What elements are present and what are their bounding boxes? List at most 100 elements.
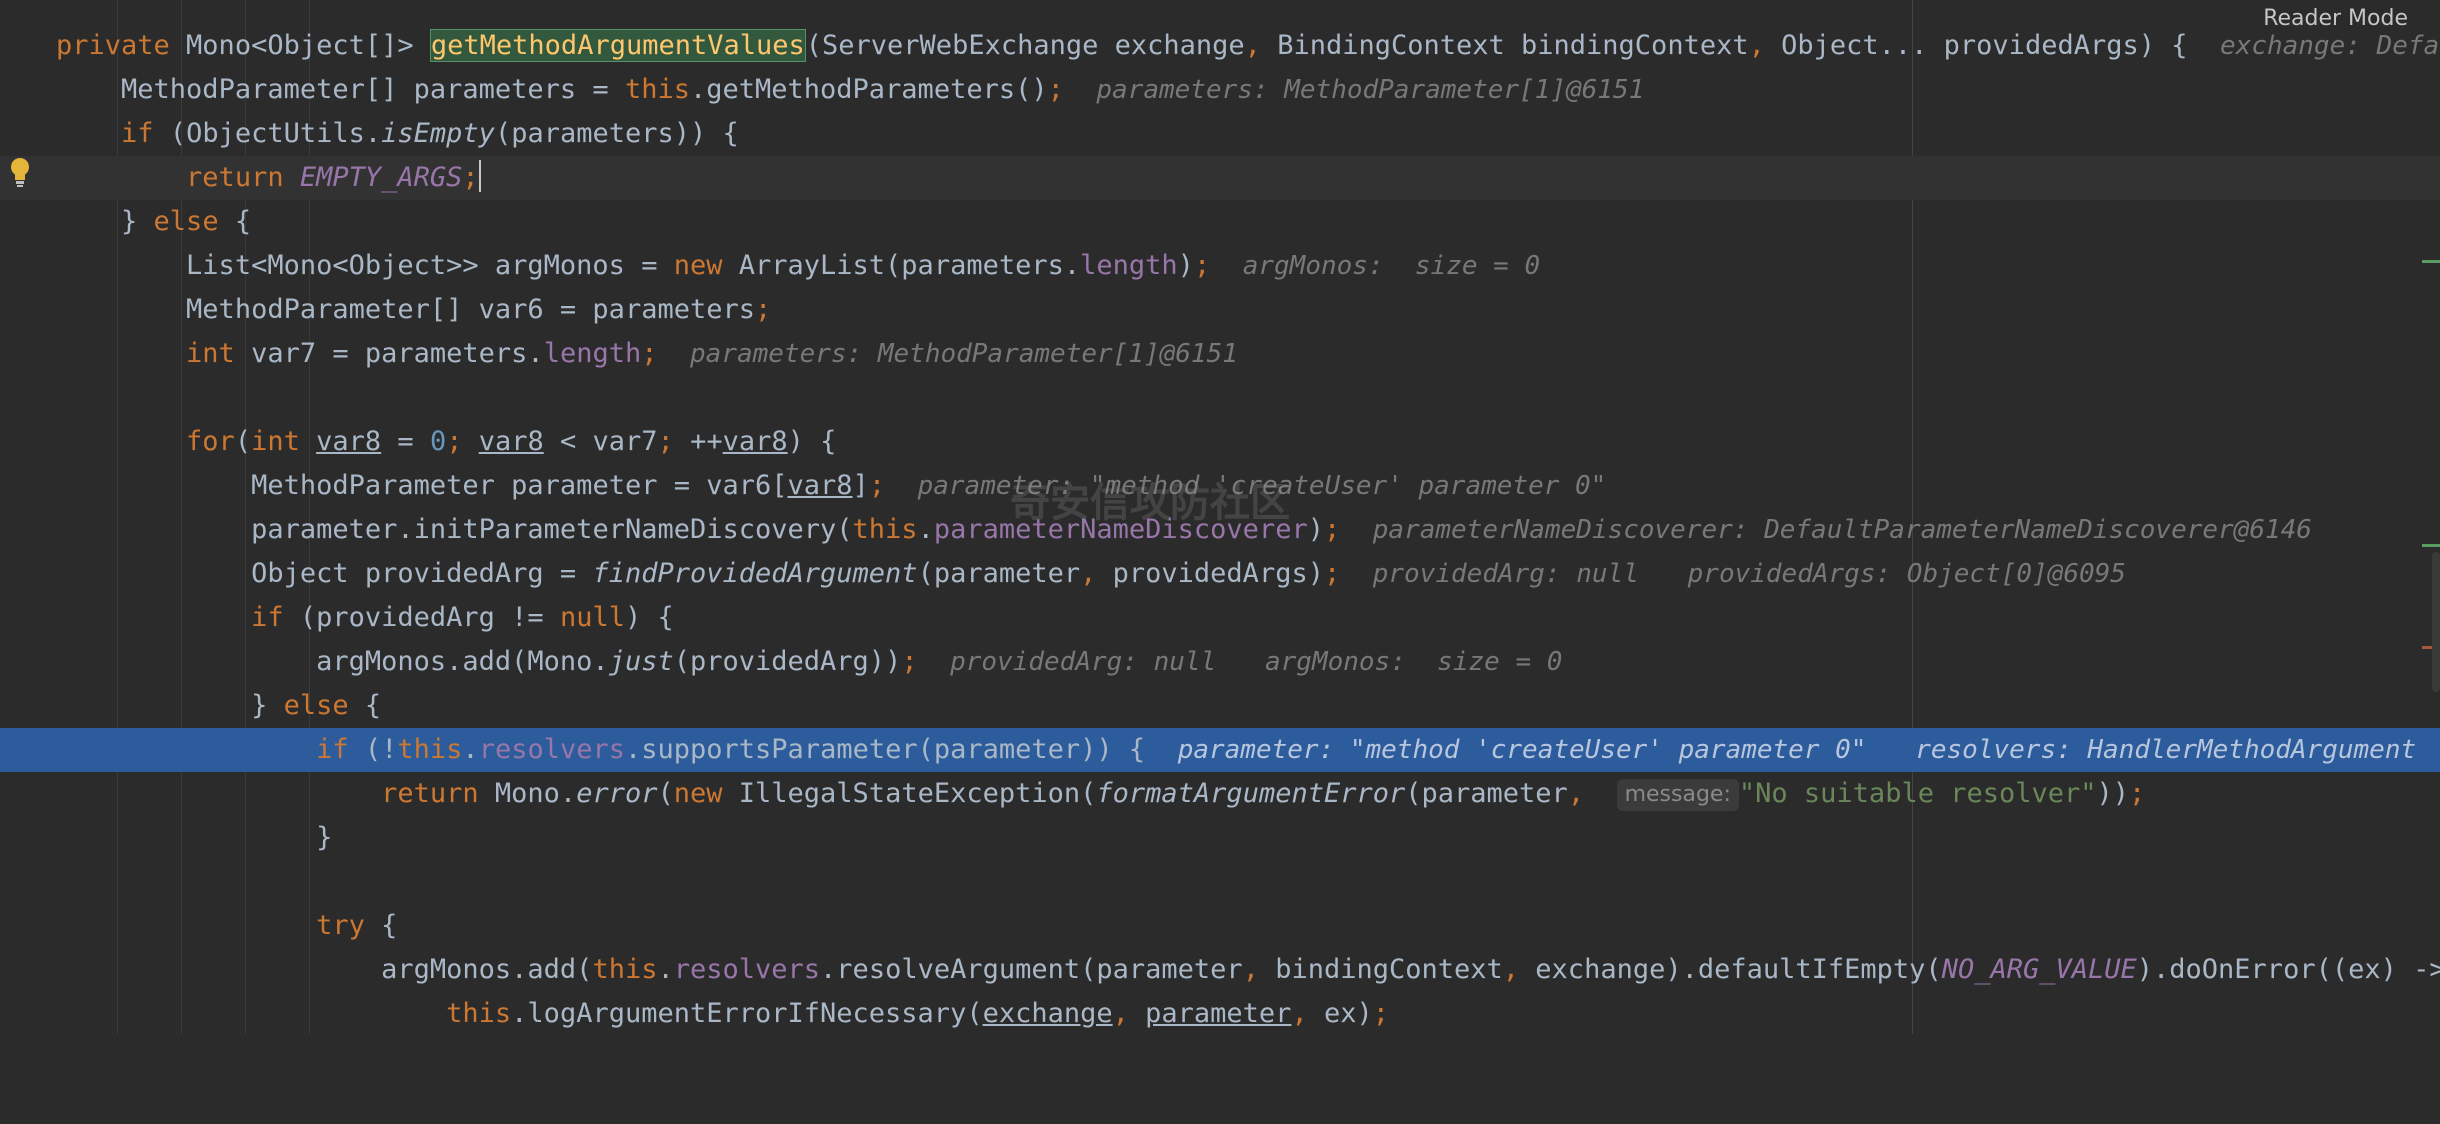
token: , [1242,954,1276,985]
code-line-21[interactable]: try { [0,904,2440,948]
token: int [251,426,317,457]
token: ; [1323,558,1341,589]
token: ; [1193,250,1211,281]
token: ; [901,646,918,677]
token: } [251,690,284,721]
token: resolvers [478,734,625,765]
token: . [657,954,674,985]
token: isEmpty [381,118,495,149]
token: findProvidedArgument [592,558,918,589]
token: } [121,206,154,237]
change-marker[interactable] [2422,544,2440,547]
token: { [381,910,398,941]
execution-point-line[interactable]: if (!this.resolvers.supportsParameter(pa… [0,728,2440,772]
token: ).doOnError((ex) -> { [2136,954,2440,985]
token: argMonos.add( [381,954,593,985]
watermark: 奇安信攻防社区 [1010,480,1290,526]
token: .getMethodParameters() [689,74,1048,105]
code-line-22[interactable]: argMonos.add(this.resolvers.resolveArgum… [0,948,2440,992]
token: (! [364,734,398,765]
token: var8 [478,426,544,457]
code-line-4-current[interactable]: return EMPTY_ARGS; [0,156,2440,200]
token: resolvers [673,954,821,985]
token: { [234,206,252,237]
token: ) [1307,514,1324,545]
token: , [1244,30,1278,61]
token: var8 [316,426,382,457]
token: (providedArg)) [673,646,902,677]
token: private [56,30,187,61]
token: (parameter [1405,778,1568,809]
token: ( [657,778,674,809]
token: new [673,250,739,281]
token: ] [852,470,869,501]
vertical-scrollbar[interactable] [2432,552,2440,692]
token: else [153,206,235,237]
token: formatArgumentError [1096,778,1406,809]
inline-debug-hint: argMonos: size = 0 [1242,251,1541,281]
token: MethodParameter parameter = var6[ [251,470,788,501]
token: else [283,690,365,721]
token: this [592,954,658,985]
token: Object providedArg = [251,558,593,589]
token: Mono<Object[]> [186,30,430,61]
token: for [186,426,235,457]
token: BindingContext bindingContext [1277,30,1749,61]
code-line-1[interactable]: private Mono<Object[]> getMethodArgument… [0,24,2440,68]
method-name-highlighted[interactable]: getMethodArgumentValues [429,29,806,62]
code-line-13[interactable]: Object providedArg = findProvidedArgumen… [0,552,2440,596]
intention-lightbulb-icon[interactable] [8,156,32,188]
token: { [364,690,382,721]
code-line-3[interactable]: if (ObjectUtils.isEmpty(parameters)) { [0,112,2440,156]
token: var8 [787,470,853,501]
code-line-5[interactable]: } else { [0,200,2440,244]
token: < var7 [543,426,658,457]
code-line-6[interactable]: List<Mono<Object>> argMonos = new ArrayL… [0,244,2440,288]
token: this [852,514,918,545]
code-line-23[interactable]: this.logArgumentErrorIfNecessary(exchang… [0,992,2440,1036]
token: exchange [982,998,1113,1029]
token: , [1291,998,1324,1029]
token: return [186,162,300,193]
token: ArrayList(parameters. [738,250,1081,281]
token: if [251,602,300,633]
token: , [1080,558,1113,589]
token: this [397,734,463,765]
token: ; [868,470,886,501]
token: ; [657,426,691,457]
code-line-14[interactable]: if (providedArg != null) { [0,596,2440,640]
token: ; [1047,74,1064,105]
code-line-8[interactable]: int var7 = parameters.length; parameters… [0,332,2440,376]
code-line-18[interactable]: return Mono.error(new IllegalStateExcept… [0,772,2440,816]
token: parameter [1145,998,1292,1029]
inline-debug-hint: parameters: MethodParameter[1]@6151 [1096,75,1645,105]
code-line-2[interactable]: MethodParameter[] parameters = this.getM… [0,68,2440,112]
inline-debug-hint: providedArg: null [1372,559,1639,589]
code-line-7[interactable]: MethodParameter[] var6 = parameters; [0,288,2440,332]
code-line-15[interactable]: argMonos.add(Mono.just(providedArg)); pr… [0,640,2440,684]
token: length [1080,250,1178,281]
text-caret [478,160,481,192]
token: ++ [690,426,723,457]
token: .logArgumentErrorIfNecessary( [511,998,983,1029]
code-line-16[interactable]: } else { [0,684,2440,728]
change-marker[interactable] [2422,260,2440,263]
token: (ServerWebExchange exchange [805,30,1245,61]
code-line-19[interactable]: } [0,816,2440,860]
code-editor[interactable]: private Mono<Object[]> getMethodArgument… [0,0,2440,1034]
token: (ObjectUtils. [169,118,382,149]
token: argMonos.add(Mono. [316,646,609,677]
code-line-10[interactable]: for(int var8 = 0; var8 < var7; ++var8) { [0,420,2440,464]
token: ) [1177,250,1194,281]
token: ; [755,294,772,325]
token: ; [2129,778,2146,809]
token: , [1748,30,1782,61]
token: just [608,646,674,677]
token: } [316,822,333,853]
reader-mode-toggle[interactable]: Reader Mode [2263,6,2408,31]
token: MethodParameter[] var6 = parameters [186,294,755,325]
token: providedArgs) [1112,558,1324,589]
inline-debug-hint: resolvers: HandlerMethodArgument [1915,735,2417,765]
token: IllegalStateException( [738,778,1097,809]
token: if [121,118,170,149]
